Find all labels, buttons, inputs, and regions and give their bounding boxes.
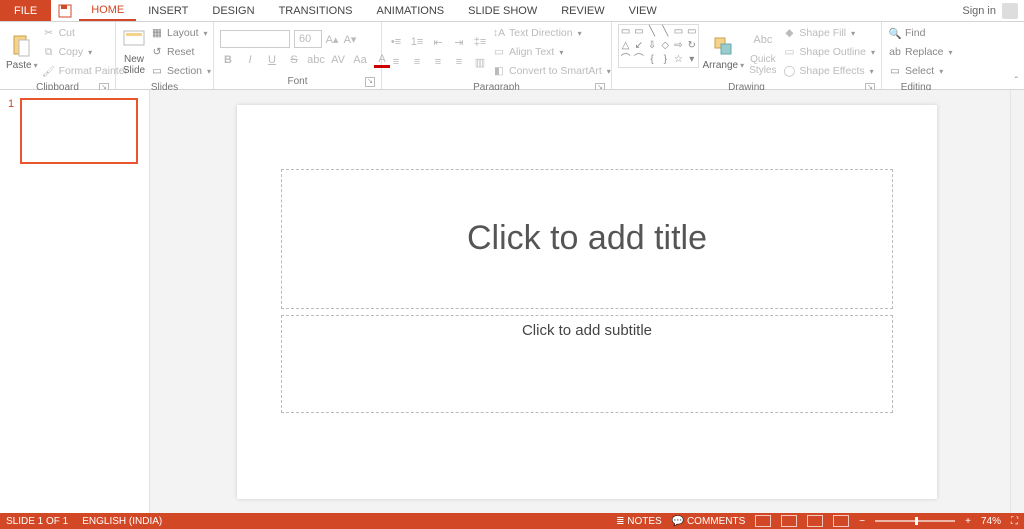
normal-view-button[interactable] bbox=[755, 515, 771, 527]
tab-animations[interactable]: ANIMATIONS bbox=[365, 0, 457, 21]
quick-styles-button[interactable]: Abc Quick Styles bbox=[747, 24, 778, 80]
strike-button[interactable]: S bbox=[286, 52, 302, 68]
zoom-level[interactable]: 74% bbox=[981, 516, 1001, 527]
convert-smartart-button[interactable]: ◧Convert to SmartArt▾ bbox=[492, 62, 611, 80]
align-text-button[interactable]: ▭Align Text▾ bbox=[492, 43, 611, 61]
align-left-button[interactable]: ≡ bbox=[388, 54, 404, 70]
replace-button[interactable]: abReplace▾ bbox=[888, 43, 953, 61]
shrink-font-button[interactable]: A▾ bbox=[342, 31, 358, 47]
paste-button[interactable]: Paste▾ bbox=[6, 24, 38, 80]
paste-icon bbox=[10, 34, 34, 58]
new-slide-button[interactable]: New Slide bbox=[122, 24, 146, 80]
zoom-out-button[interactable]: − bbox=[859, 516, 865, 527]
effects-icon: ◯ bbox=[782, 64, 796, 78]
text-direction-button[interactable]: ↕AText Direction▾ bbox=[492, 24, 611, 42]
section-button[interactable]: ▭Section▾ bbox=[150, 62, 211, 80]
find-icon: 🔍 bbox=[888, 26, 902, 40]
change-case-button[interactable]: Aa bbox=[352, 52, 368, 68]
tab-file[interactable]: FILE bbox=[0, 0, 51, 21]
collapse-ribbon-button[interactable]: ˆ bbox=[1015, 76, 1018, 87]
tab-review[interactable]: REVIEW bbox=[549, 0, 616, 21]
tab-design[interactable]: DESIGN bbox=[200, 0, 266, 21]
font-size-combo[interactable]: 60 bbox=[294, 30, 322, 48]
tab-transitions[interactable]: TRANSITIONS bbox=[267, 0, 365, 21]
align-right-button[interactable]: ≡ bbox=[430, 54, 446, 70]
avatar-icon[interactable] bbox=[1002, 3, 1018, 19]
line-spacing-button[interactable]: ‡≡ bbox=[472, 34, 488, 50]
slide-thumbnails-pane: 1 bbox=[0, 90, 150, 513]
shape-fill-button[interactable]: ◆Shape Fill▾ bbox=[782, 24, 875, 42]
bold-button[interactable]: B bbox=[220, 52, 236, 68]
shape-effects-button[interactable]: ◯Shape Effects▾ bbox=[782, 62, 875, 80]
numbering-button[interactable]: 1≡ bbox=[409, 34, 425, 50]
underline-button[interactable]: U bbox=[264, 52, 280, 68]
slideshow-view-button[interactable] bbox=[833, 515, 849, 527]
zoom-in-button[interactable]: + bbox=[965, 516, 971, 527]
reading-view-button[interactable] bbox=[807, 515, 823, 527]
quick-save-icon[interactable] bbox=[51, 0, 79, 21]
brush-icon: 🖌 bbox=[42, 64, 56, 78]
bullets-button[interactable]: •≡ bbox=[388, 34, 404, 50]
new-slide-icon bbox=[122, 28, 146, 52]
replace-icon: ab bbox=[888, 45, 902, 59]
font-family-combo[interactable] bbox=[220, 30, 290, 48]
fill-icon: ◆ bbox=[782, 26, 796, 40]
shape-outline-button[interactable]: ▭Shape Outline▾ bbox=[782, 43, 875, 61]
slide-canvas-area: Click to add title Click to add subtitle bbox=[150, 90, 1024, 513]
align-center-button[interactable]: ≡ bbox=[409, 54, 425, 70]
outline-icon: ▭ bbox=[782, 45, 796, 59]
slide[interactable]: Click to add title Click to add subtitle bbox=[237, 105, 937, 499]
justify-button[interactable]: ≡ bbox=[451, 54, 467, 70]
arrange-button[interactable]: Arrange▾ bbox=[703, 24, 743, 80]
decrease-indent-button[interactable]: ⇤ bbox=[430, 34, 446, 50]
section-icon: ▭ bbox=[150, 64, 164, 78]
increase-indent-button[interactable]: ⇥ bbox=[451, 34, 467, 50]
tab-view[interactable]: VIEW bbox=[617, 0, 669, 21]
layout-icon: ▦ bbox=[150, 26, 164, 40]
group-label-font: Font bbox=[287, 76, 307, 87]
select-icon: ▭ bbox=[888, 64, 902, 78]
tab-insert[interactable]: INSERT bbox=[136, 0, 200, 21]
tab-slideshow[interactable]: SLIDE SHOW bbox=[456, 0, 549, 21]
reset-icon: ↺ bbox=[150, 45, 164, 59]
sorter-view-button[interactable] bbox=[781, 515, 797, 527]
scissors-icon: ✂ bbox=[42, 26, 56, 40]
zoom-slider[interactable] bbox=[875, 520, 955, 522]
smartart-icon: ◧ bbox=[492, 64, 506, 78]
char-spacing-button[interactable]: AV bbox=[330, 52, 346, 68]
status-slide-count: SLIDE 1 OF 1 bbox=[6, 516, 68, 527]
vertical-scrollbar[interactable] bbox=[1010, 90, 1024, 513]
shapes-gallery[interactable]: ▭▭╲╲▭▭ △↙⇩◇⇨↻ ⌒⌒{}☆▾ bbox=[618, 24, 699, 68]
grow-font-button[interactable]: A▴ bbox=[324, 31, 340, 47]
sign-in-link[interactable]: Sign in bbox=[962, 5, 996, 17]
title-placeholder[interactable]: Click to add title bbox=[281, 169, 893, 309]
columns-button[interactable]: ▥ bbox=[472, 54, 488, 70]
slide-thumbnail-1[interactable] bbox=[20, 98, 138, 164]
align-text-icon: ▭ bbox=[492, 45, 506, 59]
notes-button[interactable]: ≣ NOTES bbox=[616, 516, 662, 527]
text-direction-icon: ↕A bbox=[492, 26, 506, 40]
subtitle-placeholder[interactable]: Click to add subtitle bbox=[281, 315, 893, 413]
text-shadow-button[interactable]: abc bbox=[308, 52, 324, 68]
italic-button[interactable]: I bbox=[242, 52, 258, 68]
comments-button[interactable]: 💬 COMMENTS bbox=[672, 516, 746, 527]
copy-icon: ⧉ bbox=[42, 45, 56, 59]
arrange-icon bbox=[711, 34, 735, 58]
status-language[interactable]: ENGLISH (INDIA) bbox=[82, 516, 162, 527]
select-button[interactable]: ▭Select▾ bbox=[888, 62, 953, 80]
reset-button[interactable]: ↺Reset bbox=[150, 43, 211, 61]
layout-button[interactable]: ▦Layout▾ bbox=[150, 24, 211, 42]
find-button[interactable]: 🔍Find bbox=[888, 24, 953, 42]
tab-home[interactable]: HOME bbox=[79, 0, 136, 21]
quick-styles-icon: Abc bbox=[751, 28, 775, 52]
fit-to-window-button[interactable]: ⛶ bbox=[1011, 516, 1018, 527]
font-dialog-launcher[interactable]: ↘ bbox=[365, 77, 375, 87]
thumbnail-number: 1 bbox=[8, 98, 14, 164]
